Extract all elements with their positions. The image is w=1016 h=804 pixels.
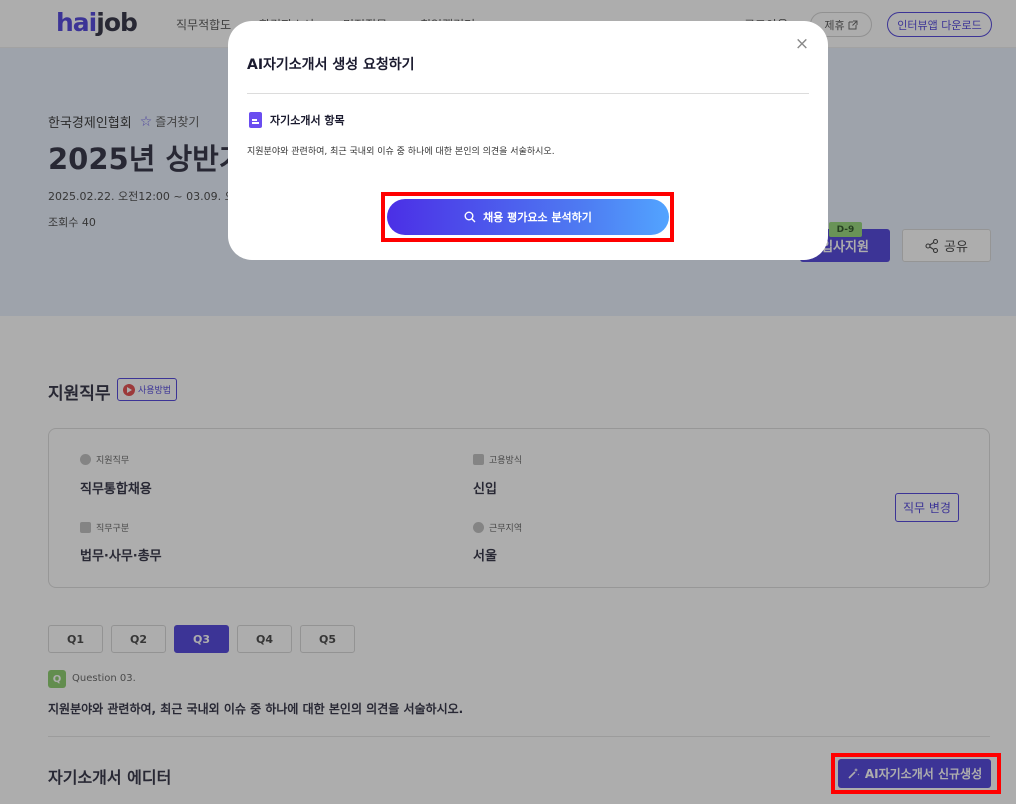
analyze-evaluation-factors-button[interactable]: 채용 평가요소 분석하기 xyxy=(387,199,669,235)
search-icon xyxy=(464,211,476,223)
ai-cover-letter-request-modal: AI자기소개서 생성 요청하기 × 자기소개서 항목 지원분야와 관련하여, 최… xyxy=(228,21,828,260)
cover-letter-item-text: 지원분야와 관련하여, 최근 국내외 이슈 중 하나에 대한 본인의 의견을 서… xyxy=(247,147,555,157)
cover-letter-item-heading: 자기소개서 항목 xyxy=(249,112,345,128)
modal-divider xyxy=(247,93,809,94)
modal-title: AI자기소개서 생성 요청하기 xyxy=(247,57,415,73)
close-icon[interactable]: × xyxy=(794,36,810,53)
cover-letter-item-label: 자기소개서 항목 xyxy=(270,114,345,127)
analyze-button-label: 채용 평가요소 분석하기 xyxy=(483,211,592,224)
document-icon xyxy=(249,112,262,128)
